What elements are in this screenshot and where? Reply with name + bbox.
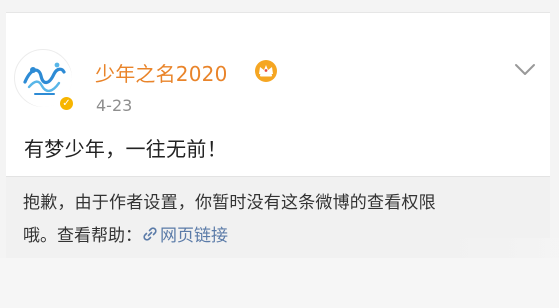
post-content: 有梦少年，一往无前！ bbox=[24, 137, 227, 161]
post-username[interactable]: 少年之名2020 bbox=[95, 58, 228, 87]
verified-icon: ✓ bbox=[58, 95, 75, 112]
post-date: 4-23 bbox=[96, 96, 133, 115]
notice-help-prefix: 哦。查看帮助： bbox=[23, 226, 142, 246]
notice-help-row: 哦。查看帮助： 网页链接 bbox=[23, 221, 228, 246]
web-link[interactable]: 网页链接 bbox=[142, 221, 228, 246]
link-icon bbox=[143, 226, 157, 241]
decorative-fade bbox=[450, 238, 559, 258]
weibo-card: ✓ 少年之名2020 4-23 有梦少年，一往无前！ 抱歉，由于作者设置，你暂时… bbox=[0, 0, 559, 308]
crown-icon bbox=[255, 60, 277, 82]
web-link-label[interactable]: 网页链接 bbox=[160, 221, 228, 246]
card-bottom-area bbox=[0, 258, 559, 308]
notice-text: 抱歉，由于作者设置，你暂时没有这条微博的查看权限 bbox=[23, 193, 436, 213]
chevron-down-icon[interactable] bbox=[514, 63, 536, 77]
